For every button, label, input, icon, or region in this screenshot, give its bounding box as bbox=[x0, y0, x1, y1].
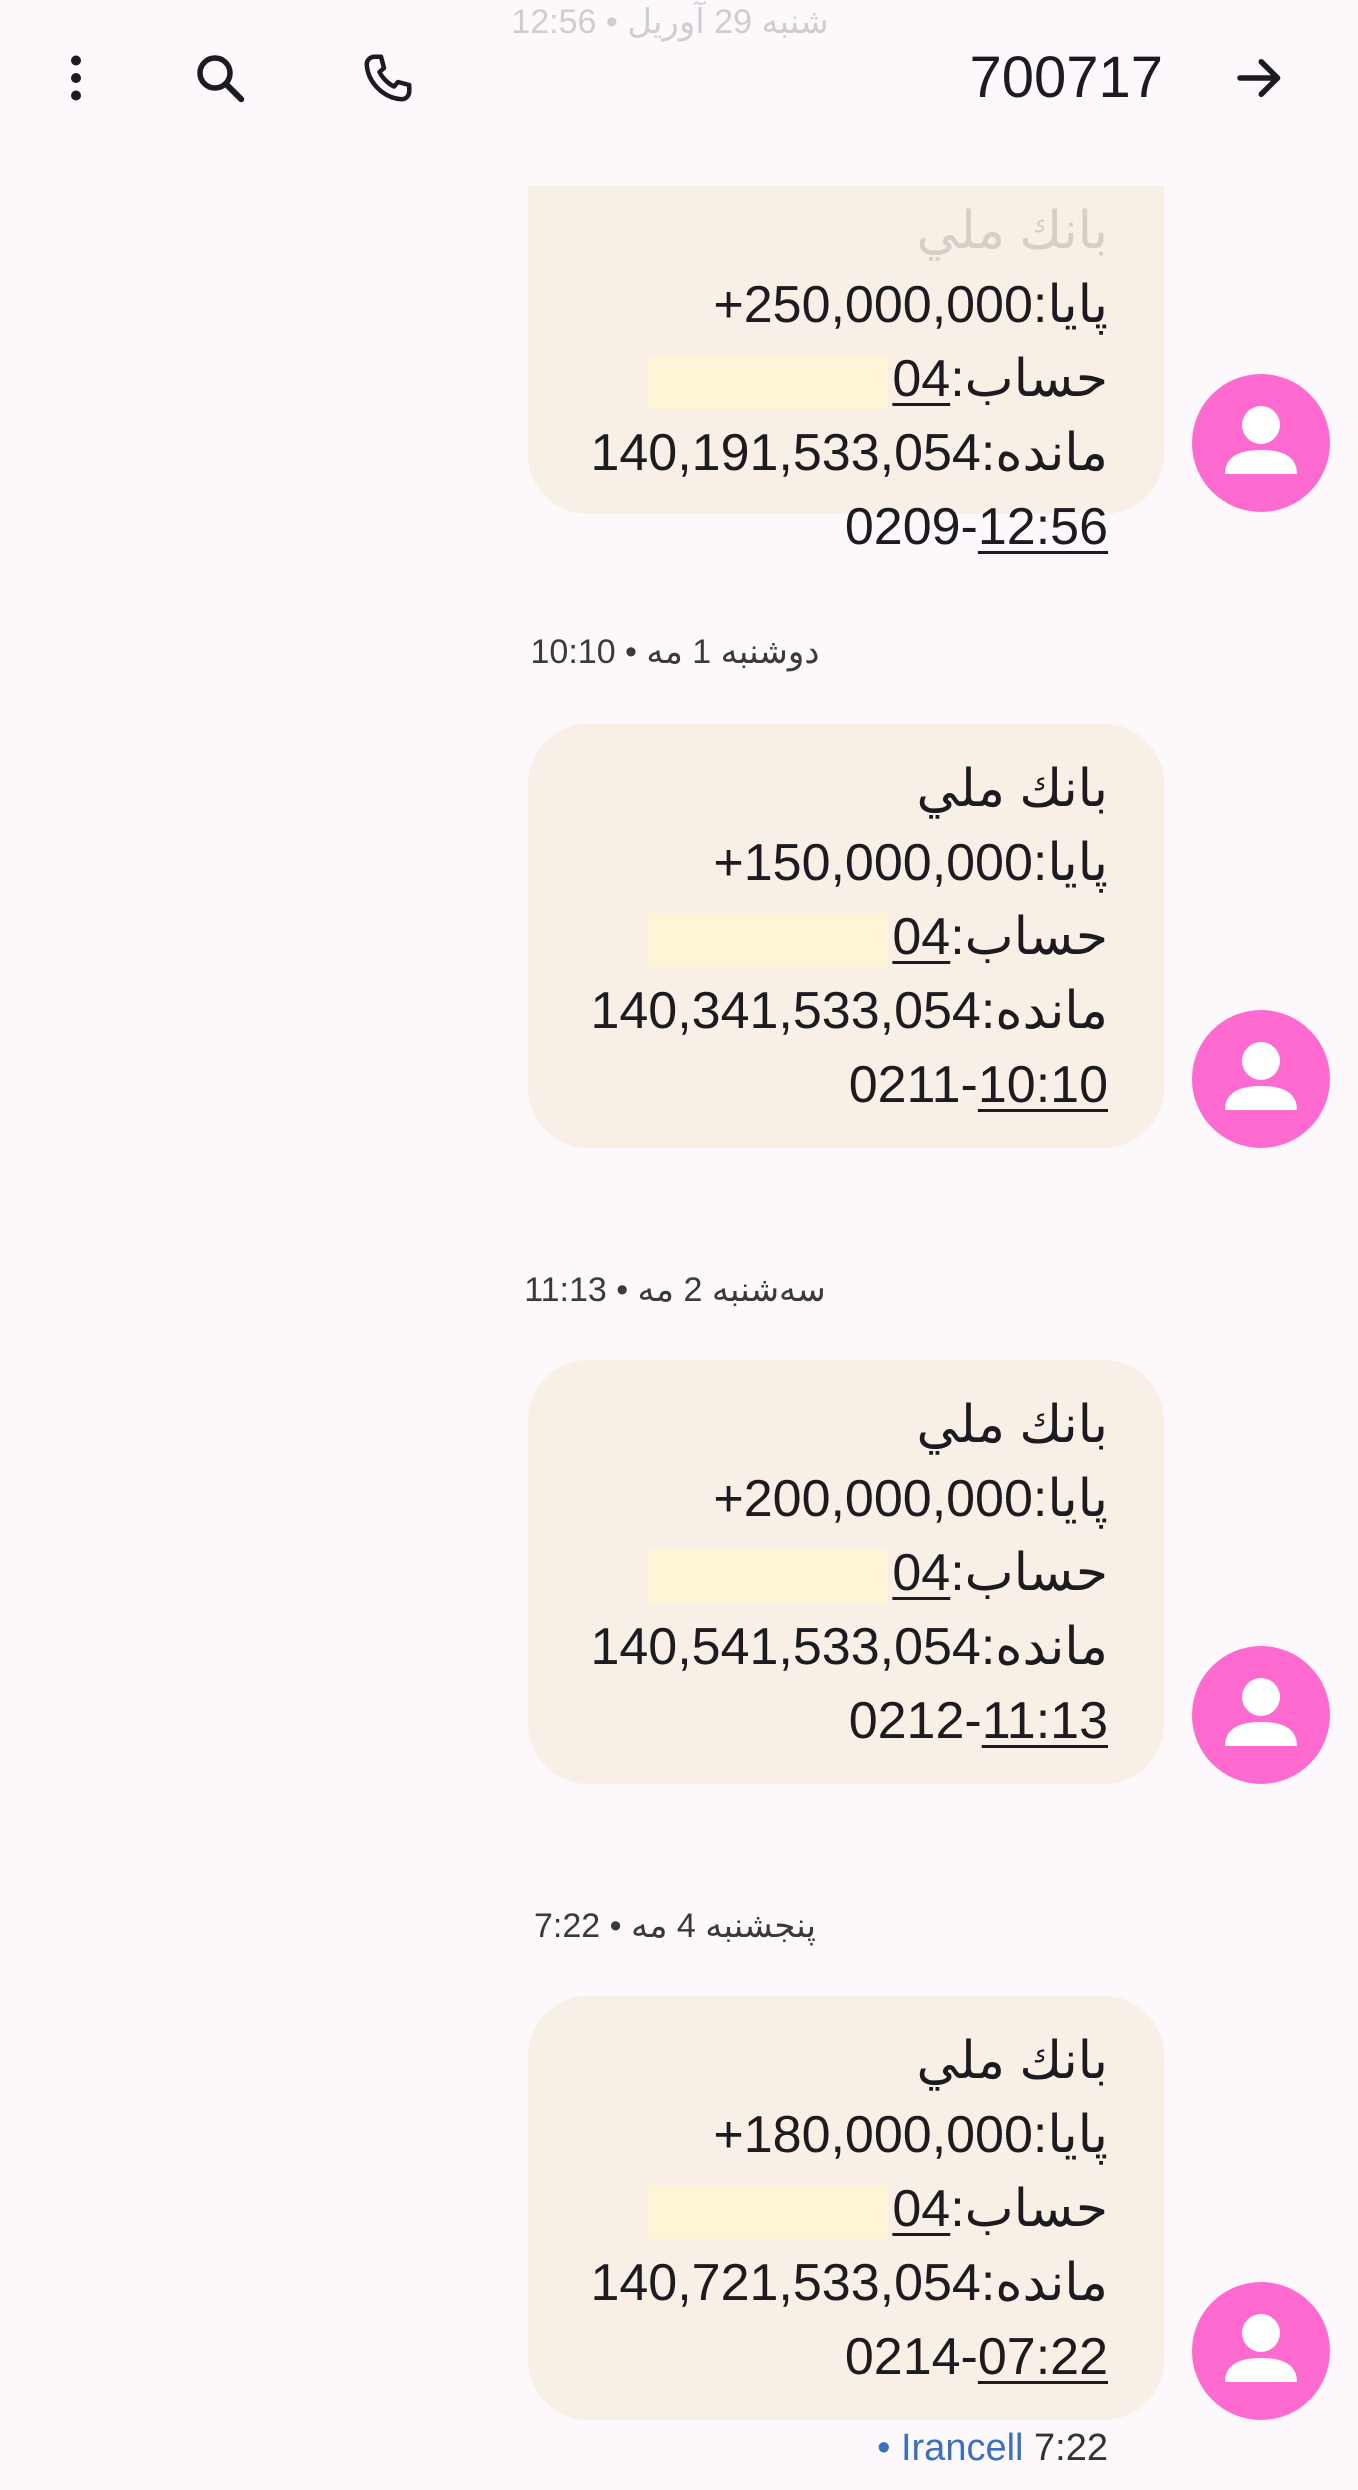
message-time-line: 0209-12:56 bbox=[844, 498, 1108, 556]
message-bubble[interactable]: بانك ملي پايا:+250,000,000 حساب:04 مانده… bbox=[528, 186, 1164, 556]
message-amount-line: پايا:+250,000,000 bbox=[713, 276, 1108, 334]
sender-avatar[interactable] bbox=[1192, 2282, 1330, 2420]
message-balance-line: مانده:140,191,533,054 bbox=[590, 424, 1108, 482]
message-account-line: حساب:04 bbox=[568, 2172, 1108, 2246]
footer-time: 7:22 bbox=[1034, 2427, 1108, 2469]
time-link[interactable]: 12:56 bbox=[978, 498, 1108, 556]
message-balance-line: مانده:140,721,533,054 bbox=[590, 2254, 1108, 2312]
search-button[interactable] bbox=[182, 40, 258, 116]
message-amount-line: پايا:+150,000,000 bbox=[713, 834, 1108, 892]
person-icon bbox=[1225, 406, 1297, 474]
message-bubble[interactable]: بانك ملي پايا:+150,000,000 حساب:04 مانده… bbox=[528, 724, 1164, 1148]
message-time-line: 0212-11:13 bbox=[848, 1692, 1108, 1750]
person-icon bbox=[1225, 2314, 1297, 2382]
account-number-link[interactable]: 04 bbox=[892, 1544, 950, 1602]
message-amount-line: پايا:+200,000,000 bbox=[713, 1470, 1108, 1528]
search-icon bbox=[197, 55, 245, 103]
message-account-line: حساب:04 bbox=[568, 1536, 1108, 1610]
message-list[interactable]: شنبه 29 آوریل • 12:56 بانك ملي پايا:+250… bbox=[0, 0, 1358, 2490]
person-icon bbox=[1225, 1678, 1297, 1746]
account-number-link[interactable]: 04 bbox=[892, 2180, 950, 2238]
time-link[interactable]: 07:22 bbox=[978, 2328, 1108, 2386]
date-separator: سه‌شنبه 2 مه • 11:13 bbox=[524, 1271, 826, 1309]
date-separator: دوشنبه 1 مه • 10:10 bbox=[530, 633, 820, 671]
phone-icon bbox=[364, 54, 412, 102]
account-number-link[interactable]: 04 bbox=[892, 908, 950, 966]
message-bank-name: بانك ملي bbox=[916, 1396, 1108, 1454]
arrow-icon bbox=[1237, 59, 1281, 97]
message-account-line: حساب:04 bbox=[568, 900, 1108, 974]
time-link[interactable]: 11:13 bbox=[982, 1692, 1108, 1750]
message-balance-line: مانده:140,341,533,054 bbox=[590, 982, 1108, 1040]
message-time-line: 0211-10:10 bbox=[848, 1056, 1108, 1114]
message-bank-name: بانك ملي bbox=[916, 760, 1108, 818]
redaction-box bbox=[648, 355, 889, 410]
redaction-box bbox=[648, 913, 889, 968]
top-app-bar: 700717 bbox=[0, 0, 1358, 150]
conversation-screen: شنبه 29 آوریل • 12:56 بانك ملي پايا:+250… bbox=[0, 0, 1358, 2490]
message-balance-line: مانده:140,541,533,054 bbox=[590, 1618, 1108, 1676]
more-vert-icon bbox=[71, 55, 81, 101]
message-time-line: 0214-07:22 bbox=[844, 2328, 1108, 2386]
message-account-line: حساب:04 bbox=[568, 342, 1108, 416]
conversation-title: 700717 bbox=[969, 45, 1163, 110]
sender-avatar[interactable] bbox=[1192, 374, 1330, 512]
message-bubble[interactable]: بانك ملي پايا:+200,000,000 حساب:04 مانده… bbox=[528, 1360, 1164, 1784]
more-options-button[interactable] bbox=[38, 40, 114, 116]
account-number-link[interactable]: 04 bbox=[892, 350, 950, 408]
redaction-box bbox=[648, 2185, 889, 2240]
date-separator: پنجشنبه 4 مه • 7:22 bbox=[534, 1907, 816, 1945]
carrier-label: • Irancell bbox=[877, 2427, 1024, 2469]
person-icon bbox=[1225, 1042, 1297, 1110]
message-amount-line: پايا:+180,000,000 bbox=[713, 2106, 1108, 2164]
message-bank-name: بانك ملي bbox=[916, 202, 1108, 260]
message-bank-name: بانك ملي bbox=[916, 2032, 1108, 2090]
sender-avatar[interactable] bbox=[1192, 1010, 1330, 1148]
back-button[interactable] bbox=[1222, 40, 1298, 116]
redaction-box bbox=[648, 1549, 889, 1604]
message-status-footer: • Irancell 7:22 bbox=[871, 2424, 1108, 2472]
call-button[interactable] bbox=[350, 40, 426, 116]
message-bubble[interactable]: بانك ملي پايا:+180,000,000 حساب:04 مانده… bbox=[528, 1996, 1164, 2420]
time-link[interactable]: 10:10 bbox=[978, 1056, 1108, 1114]
sender-avatar[interactable] bbox=[1192, 1646, 1330, 1784]
